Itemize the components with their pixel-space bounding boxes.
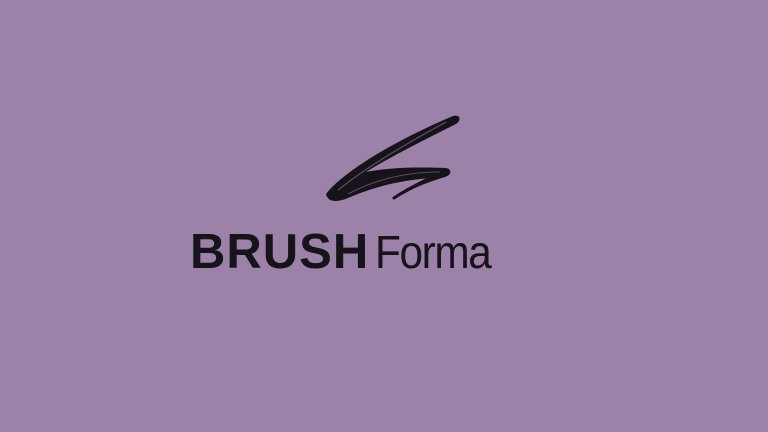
brand-name-bold: BRUSH	[190, 225, 370, 279]
brand-wordmark: BRUSH Forma	[190, 222, 501, 282]
brush-stroke-icon	[326, 115, 460, 201]
brand-logo: BRUSH Forma	[0, 0, 768, 432]
brand-name-light: Forma	[375, 226, 492, 278]
